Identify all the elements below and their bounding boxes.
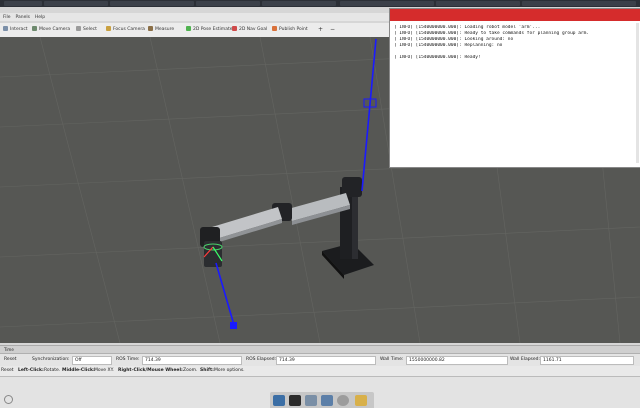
sync-label: Synchronization: — [32, 357, 70, 362]
taskbar-dock — [270, 392, 374, 408]
rviz-app-icon[interactable] — [321, 395, 333, 406]
reset-time-button[interactable]: Reset — [4, 357, 17, 363]
console-line: [ INFO] [1540000000.000]: Ready! — [394, 55, 481, 60]
point-icon — [272, 26, 277, 31]
hint-reset[interactable]: Reset — [1, 368, 14, 374]
tab[interactable] — [340, 1, 434, 6]
tab[interactable] — [196, 1, 260, 6]
camera-icon — [32, 26, 37, 31]
terminal-window[interactable]: ​ [ INFO] [1540000000.000]: Loading robo… — [389, 8, 640, 168]
wall-elapsed-label: Wall Elapsed: — [510, 357, 541, 362]
hint-left-click: Left-Click: — [18, 368, 44, 373]
tool-label: 2D Nav Goal — [239, 27, 268, 32]
terminal-output: [ INFO] [1540000000.000]: Loading robot … — [390, 21, 640, 65]
goal-point[interactable] — [230, 322, 237, 329]
minus-icon[interactable]: − — [330, 26, 335, 34]
status-hint-bar: Reset Left-Click: Rotate. Middle-Click: … — [0, 366, 640, 377]
hint-middle-action: Move XY. — [94, 368, 114, 373]
tool-label: Measure — [155, 27, 175, 32]
ros-elapsed-field: 714.39 — [276, 356, 376, 365]
plus-icon[interactable]: + — [318, 26, 323, 34]
scrollbar[interactable] — [636, 23, 639, 163]
menu-item-panels[interactable]: Panels — [15, 14, 29, 22]
top-tab-bar — [0, 0, 640, 7]
wall-time-field: 1550000000.82 — [406, 356, 508, 365]
hint-shift-action: More options. — [214, 368, 245, 373]
tab[interactable] — [436, 1, 520, 6]
tool-label: Focus Camera — [113, 27, 145, 32]
toolbar: Interact Move Camera Select Focus Camera… — [0, 23, 390, 38]
tool-label: Interact — [10, 27, 28, 32]
monitor-app-icon[interactable] — [305, 395, 317, 406]
terminal-titlebar[interactable]: ​ — [390, 9, 640, 21]
time-panel-header: Time — [0, 345, 640, 353]
tab[interactable] — [44, 1, 108, 6]
sync-select[interactable]: Off — [72, 356, 112, 365]
select-icon — [76, 26, 81, 31]
menu-bar: File Panels Help — [0, 13, 390, 21]
interact-tool-button[interactable]: Interact — [3, 26, 28, 34]
select-tool-button[interactable]: Select — [76, 26, 97, 34]
goal-icon — [232, 26, 237, 31]
menu-item-file[interactable]: File — [3, 14, 11, 22]
publish-point-tool-button[interactable]: Publish Point — [272, 26, 308, 34]
z-axis-line-top — [361, 38, 377, 192]
hint-middle-click: Middle-Click: — [62, 368, 95, 373]
time-panel: Reset Synchronization: Off ROS Time: 714… — [0, 353, 640, 367]
terminal-app-icon[interactable] — [289, 395, 301, 406]
ros-time-label: ROS Time: — [116, 357, 140, 362]
tab[interactable] — [4, 1, 42, 6]
wall-time-label: Wall Time: — [380, 357, 404, 362]
hint-right-click: Right-Click/Mouse Wheel: — [118, 368, 183, 373]
measure-tool-button[interactable]: Measure — [148, 26, 174, 34]
wall-elapsed-field: 1161.71 — [540, 356, 634, 365]
focus-camera-tool-button[interactable]: Focus Camera — [106, 26, 145, 34]
gear-icon[interactable] — [4, 395, 13, 404]
files-app-icon[interactable] — [273, 395, 285, 406]
hand-icon — [3, 26, 8, 31]
z-axis-line-bottom — [215, 262, 235, 326]
move-camera-tool-button[interactable]: Move Camera — [32, 26, 70, 34]
hint-shift: Shift: — [200, 368, 214, 373]
tool-label: Select — [83, 27, 97, 32]
nav-goal-tool-button[interactable]: 2D Nav Goal — [232, 26, 267, 34]
tab[interactable] — [522, 1, 636, 6]
tool-label: Move Camera — [39, 27, 71, 32]
ros-elapsed-label: ROS Elapsed: — [246, 357, 277, 362]
tab[interactable] — [262, 1, 336, 6]
menu-item-help[interactable]: Help — [35, 14, 45, 22]
tool-label: 2D Pose Estimate — [193, 27, 233, 32]
pose-icon — [186, 26, 191, 31]
ros-time-field: 714.39 — [142, 356, 242, 365]
measure-icon — [148, 26, 153, 31]
tool-label: Publish Point — [279, 27, 308, 32]
folder-app-icon[interactable] — [355, 395, 367, 406]
pose-estimate-tool-button[interactable]: 2D Pose Estimate — [186, 26, 233, 34]
hint-right-action: Zoom. — [183, 368, 198, 373]
panel-title: Time — [4, 347, 14, 352]
focus-icon — [106, 26, 111, 31]
hint-left-action: Rotate. — [44, 368, 61, 373]
tab[interactable] — [110, 1, 194, 6]
settings-app-icon[interactable] — [337, 395, 349, 406]
